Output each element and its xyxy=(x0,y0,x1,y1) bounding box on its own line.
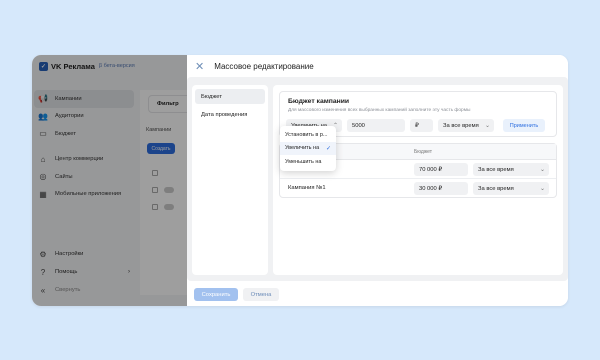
period-select[interactable]: За все время ⌄ xyxy=(438,119,494,132)
apply-button[interactable]: Применить xyxy=(503,119,545,132)
campaign-name: Кампания №1 xyxy=(288,185,326,191)
panel-footer: Сохранить Отмена xyxy=(187,281,568,306)
mode-dropdown-menu: Установить в р... Увеличить на ✓ Уменьшит… xyxy=(280,126,336,171)
row-budget-value: 70 000 ₽ xyxy=(419,166,443,173)
background-app: ✓ VK Реклама β бета-версия 📢 Кампании 👥 Ау… xyxy=(32,55,198,306)
menu-item-label: Уменьшить на xyxy=(285,158,322,165)
currency-field: ₽ xyxy=(410,119,433,132)
budget-column-header: Бюджет xyxy=(414,149,433,155)
amount-input-value: 5000 xyxy=(352,122,365,129)
panel-body: Бюджет Дата проведения Бюджет кампании Д… xyxy=(187,77,568,281)
row-period-value: За все время xyxy=(478,185,514,192)
row-budget-input[interactable]: 30 000 ₽ xyxy=(414,182,468,195)
save-button[interactable]: Сохранить xyxy=(194,288,238,301)
budget-card-title: Бюджет кампании xyxy=(288,98,350,105)
table-row: Кампания №1 30 000 ₽ За все время ⌄ xyxy=(280,179,556,198)
modal-scrim[interactable] xyxy=(32,55,187,306)
panel-title: Массовое редактирование xyxy=(214,61,314,71)
menu-item-set-to[interactable]: Установить в р... xyxy=(280,128,336,142)
row-period-select[interactable]: За все время ⌄ xyxy=(473,163,549,176)
cancel-button[interactable]: Отмена xyxy=(243,288,279,301)
bulk-edit-panel: ✕ Массовое редактирование Бюджет Дата пр… xyxy=(187,55,568,306)
section-content: Бюджет кампании Для массового изменения … xyxy=(273,85,563,275)
chevron-down-icon: ⌄ xyxy=(539,167,545,173)
menu-item-label: Установить в р... xyxy=(285,131,328,138)
check-icon: ✓ xyxy=(325,145,331,152)
menu-item-increase-by[interactable]: Увеличить на ✓ xyxy=(280,141,336,155)
section-nav-budget[interactable]: Бюджет xyxy=(195,89,265,104)
row-period-value: За все время xyxy=(478,166,514,173)
app-window: ✓ VK Реклама β бета-версия 📢 Кампании 👥 Ау… xyxy=(32,55,568,306)
section-nav: Бюджет Дата проведения xyxy=(192,85,268,275)
menu-item-label: Увеличить на xyxy=(285,145,320,152)
row-budget-value: 30 000 ₽ xyxy=(419,185,443,192)
row-budget-input[interactable]: 70 000 ₽ xyxy=(414,163,468,176)
menu-item-decrease-by[interactable]: Уменьшить на xyxy=(280,155,336,169)
budget-card-description: Для массового изменения всех выбранных к… xyxy=(288,108,471,113)
chevron-down-icon: ⌄ xyxy=(484,123,490,129)
section-nav-dates[interactable]: Дата проведения xyxy=(195,107,265,122)
period-select-value: За все время xyxy=(443,122,479,129)
panel-header: ✕ Массовое редактирование xyxy=(187,55,568,77)
chevron-down-icon: ⌄ xyxy=(539,186,545,192)
close-icon[interactable]: ✕ xyxy=(195,60,204,73)
amount-input[interactable]: 5000 xyxy=(347,119,405,132)
row-period-select[interactable]: За все время ⌄ xyxy=(473,182,549,195)
currency-value: ₽ xyxy=(415,122,419,129)
